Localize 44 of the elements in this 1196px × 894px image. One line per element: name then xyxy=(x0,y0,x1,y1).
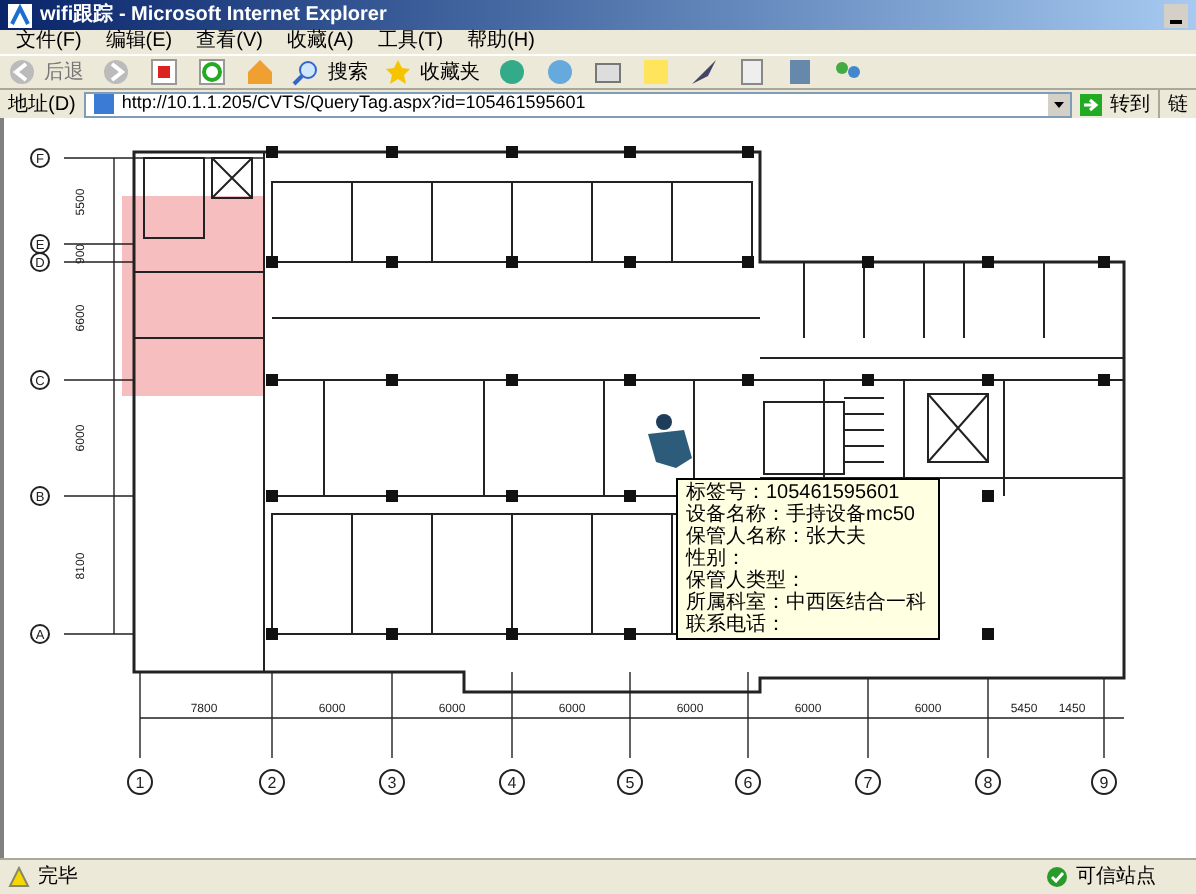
address-label: 地址(D) xyxy=(8,91,76,120)
axis-label: 2 xyxy=(267,774,277,793)
menu-item[interactable]: 编辑(E) xyxy=(105,32,173,53)
address-field[interactable]: http://10.1.1.205/CVTS/QueryTag.aspx?id=105461595601 xyxy=(83,91,1072,118)
tooltip-line: 设备名称：手持设备mc50 xyxy=(686,504,917,527)
check-circle-icon xyxy=(1046,866,1068,889)
tooltip-line: 性别： xyxy=(686,548,747,571)
window-title: wifi跟踪 - Microsoft Internet Explorer xyxy=(40,1,387,29)
security-zone: 可信站点 xyxy=(1076,863,1158,893)
stop-icon[interactable] xyxy=(148,56,180,89)
axis-label: 7 xyxy=(863,774,873,793)
warning-icon xyxy=(8,866,30,889)
tooltip-line: 标签号：105461595601 xyxy=(686,482,902,505)
back-button[interactable]: 后退 xyxy=(8,57,84,88)
search-button[interactable]: 搜索 xyxy=(292,57,368,88)
menu-item[interactable]: 帮助(H) xyxy=(467,32,535,53)
menu-item[interactable]: 查看(V) xyxy=(196,32,263,53)
page-icon xyxy=(93,94,114,115)
document-icon[interactable] xyxy=(736,56,768,89)
home-icon[interactable] xyxy=(244,56,276,89)
axis-label: 4 xyxy=(507,774,517,793)
axis-label: 1 xyxy=(135,774,145,793)
axis-label: 6 xyxy=(743,774,753,793)
axis-label: 9 xyxy=(1099,774,1109,793)
refresh-icon[interactable] xyxy=(196,56,228,89)
tooltip-line: 保管人名称：张大夫 xyxy=(686,526,868,549)
search-icon xyxy=(292,58,320,87)
forward-icon[interactable] xyxy=(100,56,132,89)
quill-icon[interactable] xyxy=(688,56,720,89)
minimize-icon[interactable] xyxy=(1164,3,1188,27)
axis-label: 3 xyxy=(387,774,397,793)
favorites-button[interactable]: 收藏夹 xyxy=(384,57,480,88)
menu-item[interactable]: 工具(T) xyxy=(377,32,444,53)
star-icon xyxy=(384,58,412,87)
person-marker-icon xyxy=(648,414,692,469)
menu-item[interactable]: 收藏(A) xyxy=(286,32,354,53)
menu-item[interactable]: 文件(F) xyxy=(16,32,82,53)
axis-label: 8 xyxy=(983,774,993,793)
status-text: 完毕 xyxy=(38,863,78,893)
tooltip-line: 联系电话： xyxy=(686,614,788,637)
tooltip-line: 所属科室：中西医结合一科 xyxy=(686,592,928,615)
tooltip-line: 保管人类型： xyxy=(686,570,806,593)
browser-icon xyxy=(8,3,32,27)
axis-label: 5 xyxy=(625,774,635,793)
